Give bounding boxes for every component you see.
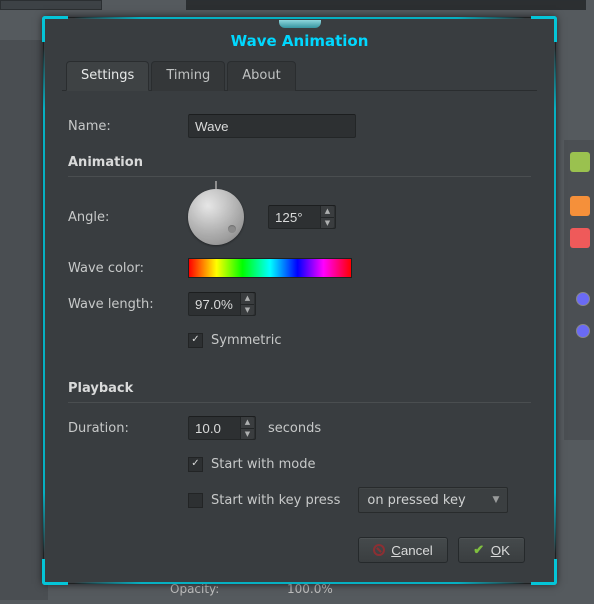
name-input[interactable]: [188, 114, 356, 138]
bg-opacity-label: Opacity:: [170, 582, 219, 596]
bg-fragment: [0, 40, 48, 600]
tab-bar: Settings Timing About: [62, 60, 537, 91]
button-label: Cancel: [391, 543, 433, 558]
bg-chip: [570, 152, 590, 172]
combo-value: on pressed key: [367, 493, 465, 508]
ok-icon: ✔: [473, 544, 485, 556]
spin-down-icon[interactable]: ▼: [320, 218, 334, 229]
settings-pane: Name: Animation Angle: ▲▼ Wave color:: [62, 91, 537, 567]
tab-timing[interactable]: Timing: [151, 61, 225, 91]
spin-down-icon[interactable]: ▼: [240, 429, 254, 440]
wave-color-label: Wave color:: [68, 261, 188, 276]
frame-edge: [554, 48, 556, 553]
checkbox-box: ✓: [188, 457, 203, 472]
checkbox-box: ✓: [188, 333, 203, 348]
bg-opacity-value: 100.0%: [287, 582, 333, 596]
duration-label: Duration:: [68, 421, 188, 436]
tab-label: Settings: [81, 68, 134, 83]
frame-edge: [74, 17, 525, 19]
button-label: OK: [491, 543, 510, 558]
section-animation: Animation: [68, 155, 531, 170]
bg-chip: [570, 196, 590, 216]
dial-notch: [215, 181, 217, 189]
keypress-combo[interactable]: on pressed key ▼: [358, 487, 508, 513]
bg-fragment: [564, 140, 594, 440]
frame-corner: [531, 16, 557, 42]
symmetric-checkbox[interactable]: ✓ Symmetric: [188, 333, 281, 348]
bg-chip: [570, 228, 590, 248]
tab-about[interactable]: About: [227, 61, 295, 91]
start-with-mode-checkbox[interactable]: ✓ Start with mode: [188, 457, 315, 472]
bg-chip: [576, 324, 590, 338]
checkbox-label: Start with mode: [211, 457, 315, 472]
checkbox-label: Start with key press: [211, 493, 340, 508]
frame-corner: [42, 559, 68, 585]
divider: [68, 402, 531, 403]
divider: [68, 176, 531, 177]
bg-fragment: [0, 0, 102, 10]
dial-indicator: [228, 225, 236, 233]
ok-button[interactable]: ✔ OK: [458, 537, 525, 563]
duration-suffix: seconds: [268, 421, 321, 436]
frame-corner: [531, 559, 557, 585]
spin-down-icon[interactable]: ▼: [240, 305, 254, 316]
spin-up-icon[interactable]: ▲: [320, 206, 334, 218]
tab-settings[interactable]: Settings: [66, 61, 149, 91]
angle-spinbox[interactable]: ▲▼: [268, 205, 336, 229]
frame-edge: [74, 582, 525, 584]
chevron-down-icon: ▼: [492, 495, 499, 505]
wave-animation-dialog: Wave Animation Settings Timing About Nam…: [43, 17, 556, 584]
frame-corner: [42, 16, 68, 42]
wave-length-label: Wave length:: [68, 297, 188, 312]
tab-label: About: [242, 68, 280, 83]
duration-spinbox[interactable]: ▲▼: [188, 416, 256, 440]
bg-chip: [576, 292, 590, 306]
checkbox-box: [188, 493, 203, 508]
cancel-icon: [373, 544, 385, 556]
cancel-button[interactable]: Cancel: [358, 537, 448, 563]
start-with-keypress-checkbox[interactable]: Start with key press: [188, 493, 340, 508]
section-playback: Playback: [68, 381, 531, 396]
frame-edge: [43, 48, 45, 553]
angle-label: Angle:: [68, 210, 188, 225]
tab-label: Timing: [166, 68, 210, 83]
wave-length-spinbox[interactable]: ▲▼: [188, 292, 256, 316]
spin-up-icon[interactable]: ▲: [240, 293, 254, 305]
checkbox-label: Symmetric: [211, 333, 281, 348]
bg-fragment: [186, 0, 586, 10]
wave-color-picker[interactable]: [188, 258, 352, 278]
angle-dial[interactable]: [188, 189, 244, 245]
spin-up-icon[interactable]: ▲: [240, 417, 254, 429]
window-handle[interactable]: [279, 20, 321, 28]
name-label: Name:: [68, 119, 188, 134]
button-bar: Cancel ✔ OK: [68, 537, 531, 563]
bg-opacity-row: Opacity: 100.0%: [170, 582, 333, 596]
